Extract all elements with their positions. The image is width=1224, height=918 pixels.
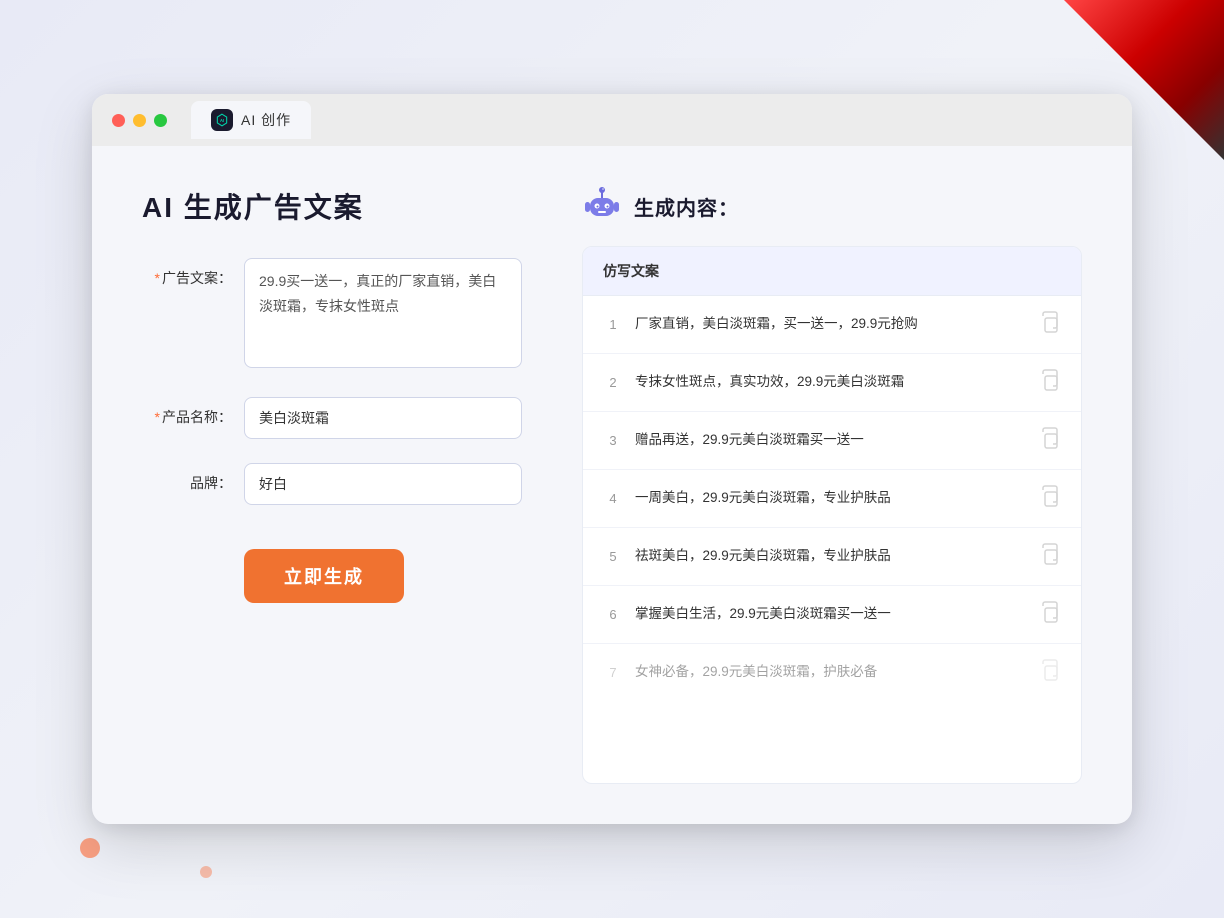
corner-decoration-bl2 — [200, 866, 212, 878]
row-number: 5 — [603, 549, 623, 564]
brand-label: 品牌： — [142, 463, 232, 493]
content-area: AI 生成广告文案 *广告文案： 29.9买一送一，真正的厂家直销，美白淡斑霜，… — [92, 146, 1132, 824]
tab-label: AI 创作 — [241, 110, 291, 130]
row-text: 祛斑美白，29.9元美白淡斑霜，专业护肤品 — [635, 546, 1025, 566]
copy-icon[interactable] — [1037, 368, 1061, 397]
row-number: 6 — [603, 607, 623, 622]
brand-input[interactable] — [244, 463, 522, 505]
table-row: 1 厂家直销，美白淡斑霜，买一送一，29.9元抢购 — [583, 296, 1081, 354]
table-row: 5 祛斑美白，29.9元美白淡斑霜，专业护肤品 — [583, 528, 1081, 586]
result-title: 生成内容： — [634, 192, 739, 221]
copy-icon[interactable] — [1037, 484, 1061, 513]
product-name-input-wrap — [244, 397, 522, 439]
product-name-input[interactable] — [244, 397, 522, 439]
tab-ai-creation[interactable]: AI AI 创作 — [191, 101, 311, 139]
row-number: 4 — [603, 491, 623, 506]
table-row: 2 专抹女性斑点，真实功效，29.9元美白淡斑霜 — [583, 354, 1081, 412]
maximize-button[interactable] — [154, 114, 167, 127]
row-text: 专抹女性斑点，真实功效，29.9元美白淡斑霜 — [635, 372, 1025, 392]
copy-icon[interactable] — [1037, 426, 1061, 455]
robot-icon — [582, 186, 622, 226]
table-header-text: 仿写文案 — [603, 263, 659, 279]
product-name-group: *产品名称： — [142, 397, 522, 439]
row-text: 一周美白，29.9元美白淡斑霜，专业护肤品 — [635, 488, 1025, 508]
row-text: 厂家直销，美白淡斑霜，买一送一，29.9元抢购 — [635, 314, 1025, 334]
result-table: 仿写文案 1 厂家直销，美白淡斑霜，买一送一，29.9元抢购 2 专抹女性斑点，真实… — [582, 246, 1082, 784]
svg-text:AI: AI — [220, 118, 224, 123]
product-name-required: * — [155, 409, 160, 425]
copy-icon[interactable] — [1037, 542, 1061, 571]
row-number: 3 — [603, 433, 623, 448]
result-header: 生成内容： — [582, 186, 1082, 226]
ad-copy-textarea[interactable]: 29.9买一送一，真正的厂家直销，美白淡斑霜，专抹女性斑点 — [244, 258, 522, 368]
copy-icon[interactable] — [1037, 310, 1061, 339]
table-row: 7 女神必备，29.9元美白淡斑霜，护肤必备 — [583, 644, 1081, 701]
row-number: 1 — [603, 317, 623, 332]
ad-copy-input-wrap: 29.9买一送一，真正的厂家直销，美白淡斑霜，专抹女性斑点 — [244, 258, 522, 373]
result-rows-container: 1 厂家直销，美白淡斑霜，买一送一，29.9元抢购 2 专抹女性斑点，真实功效，29… — [583, 296, 1081, 701]
ad-copy-label: *广告文案： — [142, 258, 232, 288]
ai-icon: AI — [211, 109, 233, 131]
row-text: 掌握美白生活，29.9元美白淡斑霜买一送一 — [635, 604, 1025, 624]
right-panel: 生成内容： 仿写文案 1 厂家直销，美白淡斑霜，买一送一，29.9元抢购 2 专抹女… — [582, 186, 1082, 784]
minimize-button[interactable] — [133, 114, 146, 127]
browser-window: AI AI 创作 AI 生成广告文案 *广告文案： 29.9买一送一，真正的厂家… — [92, 94, 1132, 824]
close-button[interactable] — [112, 114, 125, 127]
copy-icon[interactable] — [1037, 600, 1061, 629]
product-name-label: *产品名称： — [142, 397, 232, 427]
table-header: 仿写文案 — [583, 247, 1081, 296]
ad-copy-group: *广告文案： 29.9买一送一，真正的厂家直销，美白淡斑霜，专抹女性斑点 — [142, 258, 522, 373]
brand-group: 品牌： — [142, 463, 522, 505]
row-number: 2 — [603, 375, 623, 390]
row-number: 7 — [603, 665, 623, 680]
table-row: 6 掌握美白生活，29.9元美白淡斑霜买一送一 — [583, 586, 1081, 644]
copy-icon[interactable] — [1037, 658, 1061, 687]
table-row: 4 一周美白，29.9元美白淡斑霜，专业护肤品 — [583, 470, 1081, 528]
table-row: 3 赠品再送，29.9元美白淡斑霜买一送一 — [583, 412, 1081, 470]
ad-copy-required: * — [155, 270, 160, 286]
title-bar: AI AI 创作 — [92, 94, 1132, 146]
row-text: 赠品再送，29.9元美白淡斑霜买一送一 — [635, 430, 1025, 450]
row-text: 女神必备，29.9元美白淡斑霜，护肤必备 — [635, 662, 1025, 682]
page-title: AI 生成广告文案 — [142, 186, 522, 226]
brand-input-wrap — [244, 463, 522, 505]
left-panel: AI 生成广告文案 *广告文案： 29.9买一送一，真正的厂家直销，美白淡斑霜，… — [142, 186, 522, 784]
submit-button[interactable]: 立即生成 — [244, 549, 404, 603]
corner-decoration-bl — [80, 838, 100, 858]
